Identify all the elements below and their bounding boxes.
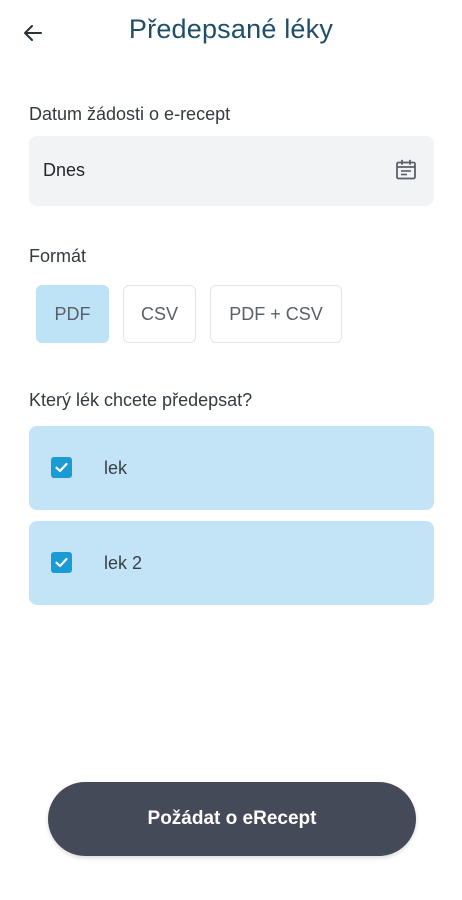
calendar-icon: [396, 159, 416, 180]
medication-item[interactable]: lek: [29, 426, 434, 510]
checkbox-checked[interactable]: [51, 457, 72, 478]
checkbox-checked[interactable]: [51, 552, 72, 573]
date-label: Datum žádosti o e-recept: [29, 104, 231, 124]
format-option-csv[interactable]: CSV: [123, 285, 196, 343]
date-value: Dnes: [43, 160, 86, 180]
app-header: Předepsané léky: [0, 0, 462, 64]
check-icon: [55, 557, 68, 568]
medication-name: lek 2: [104, 553, 143, 573]
medication-name: lek: [104, 458, 128, 478]
medication-item[interactable]: lek 2: [29, 521, 434, 605]
medication-label: Který lék chcete předepsat?: [29, 390, 253, 410]
format-option-pdf-csv[interactable]: PDF + CSV: [210, 285, 342, 343]
request-erecept-button[interactable]: Požádat o eRecept: [48, 782, 416, 856]
format-option-pdf[interactable]: PDF: [36, 285, 109, 343]
check-icon: [55, 462, 68, 473]
date-field[interactable]: Dnes: [29, 136, 434, 206]
format-label: Formát: [29, 246, 87, 266]
page-title: Předepsané léky: [128, 14, 334, 44]
